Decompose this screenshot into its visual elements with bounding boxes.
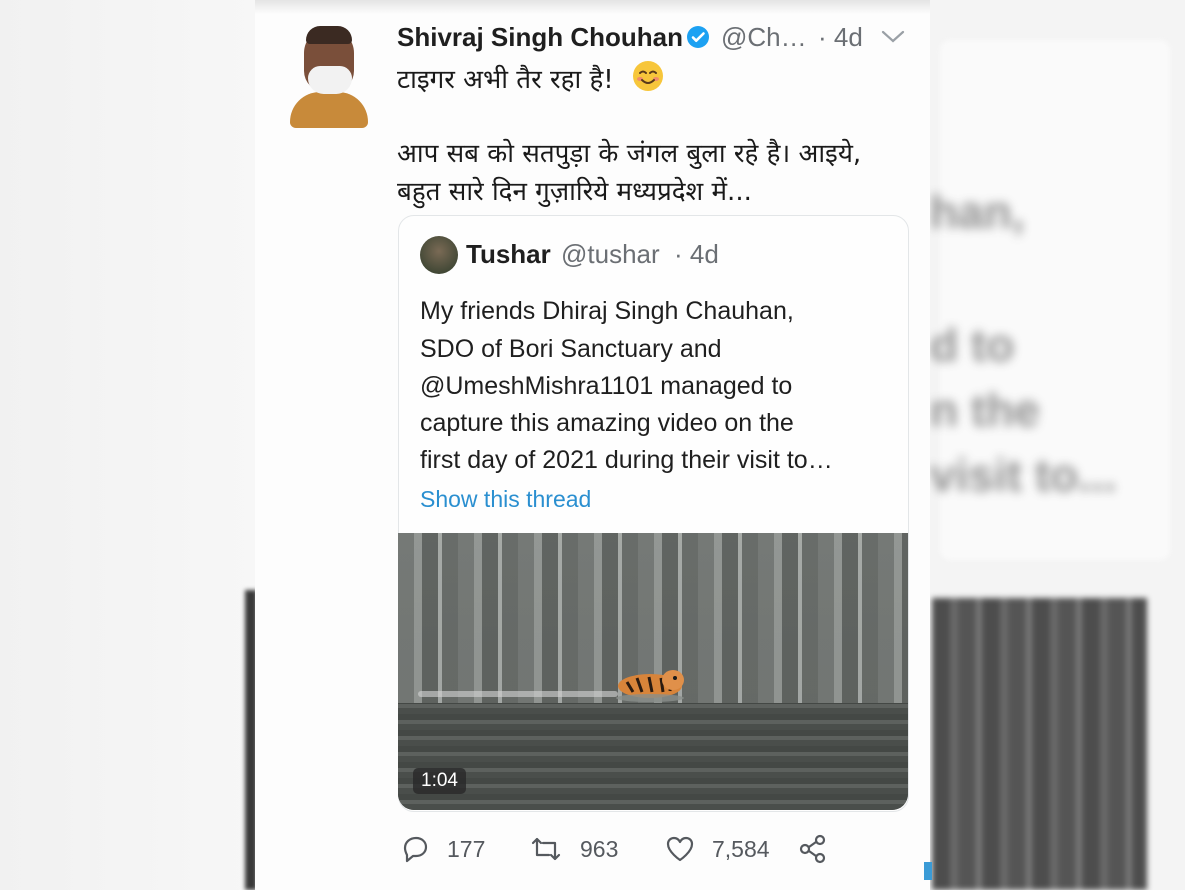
tweet-text-line: आप सब को सतपुड़ा के जंगल बुला रहे है। आइ… xyxy=(397,139,862,169)
reply-icon[interactable] xyxy=(399,833,431,865)
quoted-text-line: first day of 2021 during their visit to… xyxy=(420,446,833,474)
like-count: 7,584 xyxy=(712,836,770,862)
tweet-time[interactable]: · 4d xyxy=(818,22,863,53)
video-duration-badge: 1:04 xyxy=(413,768,466,794)
background-blur-text: d to xyxy=(930,319,1015,371)
chevron-down-icon[interactable] xyxy=(880,28,906,46)
quoted-author-avatar[interactable] xyxy=(420,236,458,274)
background-left xyxy=(0,0,255,890)
retweet-count: 963 xyxy=(580,836,619,862)
quoted-text-line: @UmeshMishra1101 managed to xyxy=(420,372,793,400)
share-icon[interactable] xyxy=(797,833,829,865)
tweet-text-line: टाइगर अभी तैर रहा है! xyxy=(397,65,614,95)
tweet-text-line: बहुत सारे दिन गुज़ारिये मध्यप्रदेश में..… xyxy=(397,177,752,207)
tiger-swimming-image xyxy=(616,670,684,702)
author-avatar[interactable] xyxy=(290,22,368,128)
background-blur-text: visit to... xyxy=(930,449,1117,501)
tweet-card-top-edge xyxy=(255,0,930,14)
verified-badge-icon xyxy=(687,26,709,48)
quoted-author-name[interactable]: Tushar xyxy=(466,239,551,270)
retweet-icon[interactable] xyxy=(530,833,562,865)
author-handle[interactable]: @Ch… xyxy=(721,22,807,53)
show-thread-link[interactable]: Show this thread xyxy=(420,486,591,513)
quoted-text-line: capture this amazing video on the xyxy=(420,409,794,437)
background-blur-text: han, xyxy=(930,186,1025,238)
background-video-blur xyxy=(932,598,1147,890)
quoted-tweet-time[interactable]: · 4d xyxy=(674,239,719,270)
like-icon[interactable] xyxy=(664,833,696,865)
smiling-face-emoji-icon xyxy=(633,61,663,91)
scroll-indicator xyxy=(924,862,932,880)
quoted-text-line: SDO of Bori Sanctuary and xyxy=(420,335,722,363)
reply-count: 177 xyxy=(447,836,486,862)
author-name[interactable]: Shivraj Singh Chouhan xyxy=(397,22,683,53)
quoted-text-line: My friends Dhiraj Singh Chauhan, xyxy=(420,297,794,325)
background-blur-text: n the xyxy=(930,384,1040,436)
quoted-author-handle[interactable]: @tushar xyxy=(561,239,660,270)
